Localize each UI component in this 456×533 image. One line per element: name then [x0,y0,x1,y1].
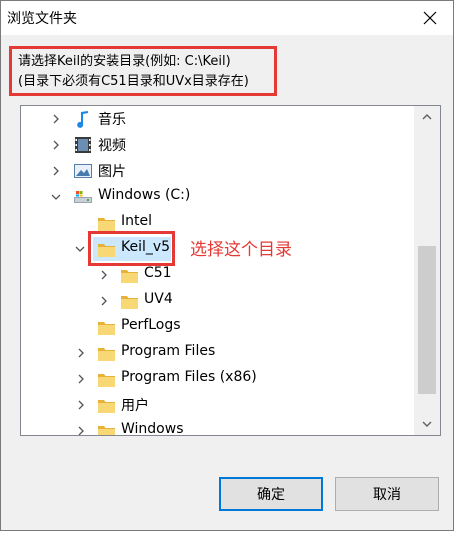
annotation-text: 选择这个目录 [190,240,292,260]
tree-item-uv4[interactable]: UV4 [21,288,416,314]
chevron-right-icon[interactable] [76,374,86,384]
chevron-right-icon[interactable] [99,296,109,306]
chevron-right-icon[interactable] [51,166,61,176]
tree-item-program-files[interactable]: Program Files [21,340,416,366]
music-note-icon [74,110,92,128]
chevron-right-icon[interactable] [51,114,61,124]
folder-icon [97,318,115,336]
folder-icon [97,344,115,362]
folder-icon [97,370,115,388]
tree-item-label: Windows [121,421,184,436]
chevron-right-icon[interactable] [76,400,86,410]
cancel-button[interactable]: 取消 [335,477,439,511]
description-line-1: 请选择Keil的安装目录(例如: C:\Keil) [18,54,231,69]
chevron-right-icon[interactable] [76,348,86,358]
chevron-right-icon[interactable] [99,270,109,280]
tree-item-users[interactable]: 用户 [21,392,416,418]
tree-item-perflogs[interactable]: PerfLogs [21,314,416,340]
chevron-down-icon[interactable] [75,244,85,254]
tree-item-label: 音乐 [98,112,126,128]
tree-item-videos[interactable]: 视频 [21,132,416,158]
tree-item-label: Program Files (x86) [121,369,257,385]
folder-icon [97,214,115,232]
title-bar: 浏览文件夹 [1,1,453,35]
browse-folder-dialog: 浏览文件夹 请选择Keil的安装目录(例如: C:\Keil) (目录下必须有C… [0,0,454,531]
tree-item-label: UV4 [144,291,173,307]
tree-item-label: 用户 [121,398,149,414]
tree-item-label: 图片 [98,164,126,180]
tree-item-program-files-x86[interactable]: Program Files (x86) [21,366,416,392]
folder-icon [120,266,138,284]
tree-item-label: Program Files [121,343,216,359]
chevron-right-icon[interactable] [51,140,61,150]
tree-item-label: PerfLogs [121,317,181,333]
ok-button[interactable]: 确定 [219,477,323,511]
close-icon [423,11,437,25]
video-film-icon [74,136,92,154]
description-line-2: (目录下必须有C51目录和UVx目录存在) [18,74,249,89]
tree-item-music[interactable]: 音乐 [21,106,416,132]
folder-tree[interactable]: 音乐 视频 图片 Windows (C:) Intel Keil_v5 C51 … [20,105,441,436]
scroll-down-button[interactable] [414,413,440,435]
chevron-up-icon [422,114,432,120]
chevron-down-icon[interactable] [51,192,61,202]
folder-tree-list: 音乐 视频 图片 Windows (C:) Intel Keil_v5 C51 … [21,106,414,435]
tree-scrollbar[interactable] [414,106,440,435]
description-box: 请选择Keil的安装目录(例如: C:\Keil) (目录下必须有C51目录和U… [9,46,277,96]
tree-item-label: 视频 [98,138,126,154]
folder-icon [97,422,115,435]
tree-item-pictures[interactable]: 图片 [21,158,416,184]
scroll-thumb[interactable] [418,246,436,394]
picture-icon [74,162,92,180]
tree-item-label: Windows (C:) [98,187,191,203]
drive-icon [74,188,92,206]
tree-item-c51[interactable]: C51 [21,262,416,288]
selection-annotation-box [88,231,175,266]
folder-icon [97,396,115,414]
chevron-right-icon[interactable] [76,426,86,436]
tree-item-windows[interactable]: Windows [21,418,416,436]
tree-item-label: C51 [144,265,172,281]
chevron-down-icon [422,421,432,427]
tree-item-label: Intel [121,213,152,229]
folder-icon [120,292,138,310]
tree-item-drive-c[interactable]: Windows (C:) [21,184,416,210]
tree-item-intel[interactable]: Intel [21,210,416,236]
close-button[interactable] [417,5,443,31]
window-title: 浏览文件夹 [7,11,77,27]
scroll-up-button[interactable] [414,106,440,128]
